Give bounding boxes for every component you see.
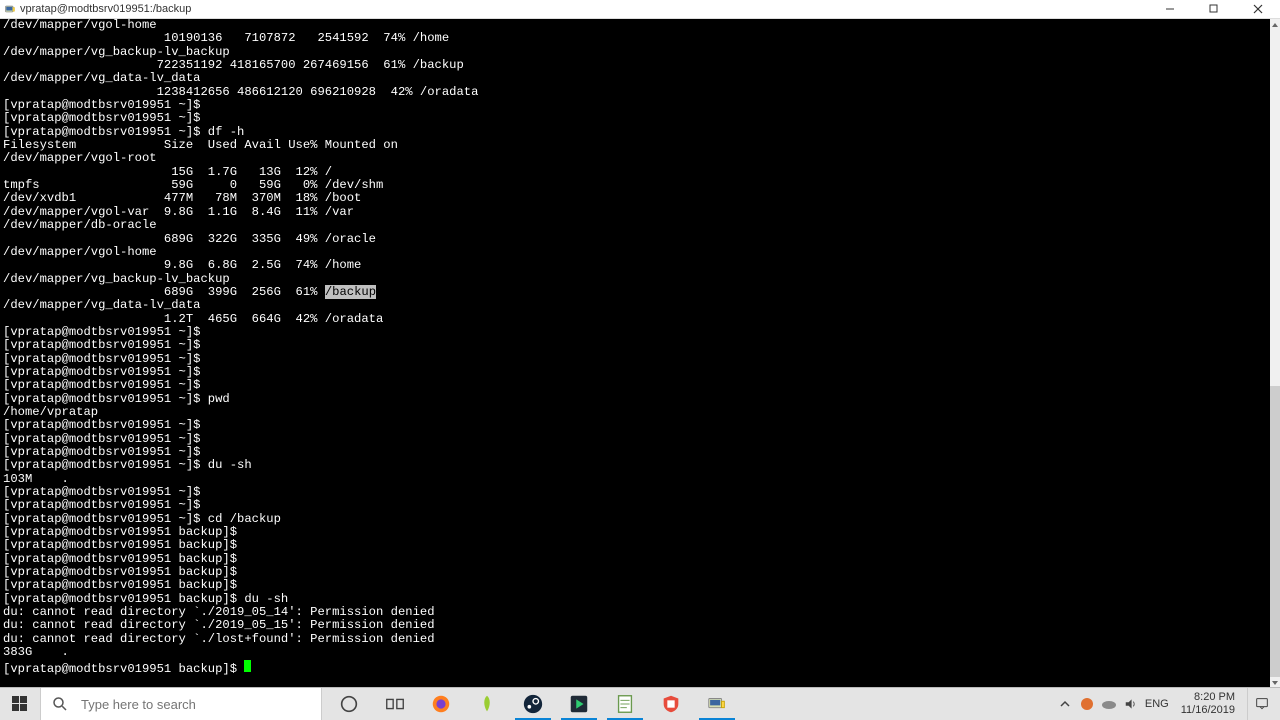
notepad-icon[interactable] [603, 688, 647, 720]
tray-chevron-icon[interactable] [1057, 696, 1073, 712]
putty-icon [4, 3, 16, 15]
taskbar-apps [327, 688, 739, 720]
window-title: vpratap@modtbsrv019951:/backup [20, 3, 191, 15]
search-input[interactable] [79, 696, 321, 713]
clock-time: 8:20 PM [1181, 691, 1235, 704]
window-titlebar: vpratap@modtbsrv019951:/backup [0, 0, 1280, 19]
window-controls [1148, 0, 1280, 18]
tray-app-icon[interactable] [1079, 696, 1095, 712]
clock-date: 11/16/2019 [1181, 704, 1235, 717]
app-icon-1[interactable] [465, 688, 509, 720]
firefox-icon[interactable] [419, 688, 463, 720]
taskbar: ENG 8:20 PM 11/16/2019 [0, 687, 1280, 720]
language-indicator[interactable]: ENG [1145, 698, 1169, 710]
clock[interactable]: 8:20 PM 11/16/2019 [1175, 689, 1241, 719]
action-center-icon[interactable] [1247, 688, 1276, 720]
minimize-button[interactable] [1148, 0, 1192, 18]
scrollbar[interactable] [1270, 19, 1280, 689]
start-button[interactable] [0, 688, 41, 720]
shield-icon[interactable] [649, 688, 693, 720]
search-box[interactable] [41, 688, 322, 720]
volume-icon[interactable] [1123, 696, 1139, 712]
terminal[interactable]: /dev/mapper/vgol-home 10190136 7107872 2… [0, 19, 1270, 689]
onedrive-icon[interactable] [1101, 696, 1117, 712]
maximize-button[interactable] [1192, 0, 1236, 18]
putty-taskbar-icon[interactable] [695, 688, 739, 720]
system-tray: ENG 8:20 PM 11/16/2019 [1057, 688, 1280, 720]
scroll-up-button[interactable] [1270, 19, 1280, 31]
steam-icon[interactable] [511, 688, 555, 720]
search-icon [51, 695, 69, 713]
cortana-icon[interactable] [327, 688, 371, 720]
task-view-icon[interactable] [373, 688, 417, 720]
close-button[interactable] [1236, 0, 1280, 18]
scrollbar-thumb[interactable] [1270, 386, 1280, 677]
terminal-container: /dev/mapper/vgol-home 10190136 7107872 2… [0, 19, 1280, 689]
app-icon-2[interactable] [557, 688, 601, 720]
